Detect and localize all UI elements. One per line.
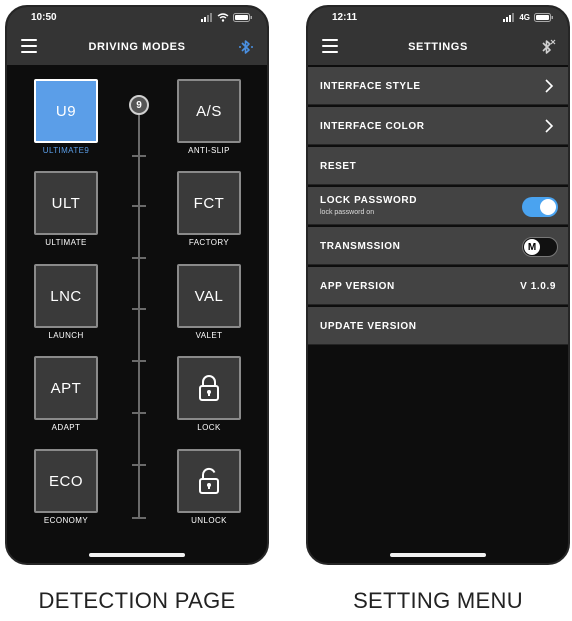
- mode-label: ADAPT: [51, 423, 81, 432]
- chevron-right-icon: [545, 79, 554, 93]
- app-version-row: APP VERSION V 1.0.9: [308, 267, 568, 305]
- status-bar: 12:11 4G: [308, 7, 568, 29]
- mode-factory[interactable]: FCT FACTORY: [177, 171, 241, 247]
- mode-button-val[interactable]: VAL: [177, 264, 241, 328]
- mode-label: ULTIMATE9: [42, 146, 90, 155]
- bluetooth-icon[interactable]: [237, 38, 255, 56]
- page-title: DRIVING MODES: [88, 41, 186, 53]
- mode-ultimate[interactable]: ULT ULTIMATE: [34, 171, 98, 247]
- page-title: SETTINGS: [408, 41, 468, 53]
- mode-launch[interactable]: LNC LAUNCH: [34, 264, 98, 340]
- manual-mode-indicator: M: [524, 239, 540, 255]
- slider-tick: [132, 464, 146, 466]
- mode-slider-knob[interactable]: 9: [129, 95, 149, 115]
- top-nav-bar: DRIVING MODES: [7, 29, 267, 65]
- setting-menu-caption: SETTING MENU: [353, 588, 523, 613]
- slider-tick: [132, 155, 146, 157]
- lock-password-toggle[interactable]: [522, 197, 558, 217]
- mode-button-ult[interactable]: ULT: [34, 171, 98, 235]
- unlock-icon: [199, 467, 219, 494]
- status-time: 10:50: [31, 12, 57, 23]
- battery-icon: [534, 13, 553, 22]
- slider-tick: [132, 205, 146, 207]
- mode-label: ANTI-SLIP: [188, 146, 230, 155]
- mode-label: VALET: [195, 331, 223, 340]
- mode-button-eco[interactable]: ECO: [34, 449, 98, 513]
- mode-label: LOCK: [197, 423, 221, 432]
- update-version-row[interactable]: UPDATE VERSION: [308, 307, 568, 345]
- transmission-toggle[interactable]: M: [522, 237, 558, 257]
- row-label: TRANSMSSION: [320, 241, 401, 252]
- slider-tick: [132, 308, 146, 310]
- mode-anti-slip[interactable]: A/S ANTI-SLIP: [177, 79, 241, 155]
- mode-lock[interactable]: LOCK: [177, 356, 241, 432]
- mode-unlock[interactable]: UNLOCK: [177, 449, 241, 525]
- home-indicator[interactable]: [390, 553, 486, 557]
- mode-label: ULTIMATE: [45, 238, 87, 247]
- mode-slider-track[interactable]: [138, 107, 140, 519]
- network-type: 4G: [519, 13, 530, 22]
- mode-button-as[interactable]: A/S: [177, 79, 241, 143]
- app-version-value: V 1.0.9: [520, 281, 556, 292]
- row-label: APP VERSION: [320, 281, 395, 292]
- row-label: LOCK PASSWORD: [320, 195, 418, 206]
- interface-color-row[interactable]: INTERFACE COLOR: [308, 107, 568, 145]
- mode-valet[interactable]: VAL VALET: [177, 264, 241, 340]
- lock-icon: [199, 375, 219, 401]
- mode-ultimate9[interactable]: U9 ULTIMATE9: [34, 79, 98, 155]
- home-indicator[interactable]: [89, 553, 185, 557]
- status-icons: [201, 13, 253, 22]
- chevron-right-icon: [545, 119, 554, 133]
- mode-button-u9[interactable]: U9: [34, 79, 98, 143]
- mode-label: LAUNCH: [48, 331, 84, 340]
- signal-icon: [201, 13, 212, 22]
- slider-tick: [132, 517, 146, 519]
- unlock-button[interactable]: [177, 449, 241, 513]
- battery-icon: [233, 13, 252, 22]
- bluetooth-disconnected-icon[interactable]: [538, 38, 556, 56]
- settings-phone-screen: 12:11 4G SETTINGS INTERFACE STYLE INTERF…: [306, 5, 570, 565]
- row-label: UPDATE VERSION: [320, 321, 417, 332]
- mode-button-apt[interactable]: APT: [34, 356, 98, 420]
- status-bar: 10:50: [7, 7, 267, 29]
- status-icons: 4G: [503, 13, 554, 22]
- row-label: RESET: [320, 161, 357, 172]
- status-time: 12:11: [332, 12, 358, 23]
- slider-tick: [132, 257, 146, 259]
- mode-button-lnc[interactable]: LNC: [34, 264, 98, 328]
- slider-tick: [132, 412, 146, 414]
- lock-button[interactable]: [177, 356, 241, 420]
- row-label: INTERFACE STYLE: [320, 81, 421, 92]
- signal-icon: [503, 13, 515, 22]
- wifi-icon: [217, 13, 229, 22]
- mode-adapt[interactable]: APT ADAPT: [34, 356, 98, 432]
- reset-row[interactable]: RESET: [308, 147, 568, 185]
- detection-page-caption: DETECTION PAGE: [38, 588, 236, 613]
- slider-tick: [132, 360, 146, 362]
- mode-economy[interactable]: ECO ECONOMY: [34, 449, 98, 525]
- lock-password-row: LOCK PASSWORD lock password on: [308, 187, 568, 225]
- interface-style-row[interactable]: INTERFACE STYLE: [308, 67, 568, 105]
- mode-label: UNLOCK: [191, 516, 227, 525]
- mode-button-fct[interactable]: FCT: [177, 171, 241, 235]
- row-sublabel: lock password on: [320, 209, 375, 216]
- row-label: INTERFACE COLOR: [320, 121, 425, 132]
- mode-label: ECONOMY: [43, 516, 89, 525]
- transmission-row: TRANSMSSION M: [308, 227, 568, 265]
- mode-label: FACTORY: [188, 238, 230, 247]
- detection-phone-screen: 10:50 DRIVING MODES 9 U9 ULTIMATE9 ULT U…: [5, 5, 269, 565]
- top-nav-bar: SETTINGS: [308, 29, 568, 65]
